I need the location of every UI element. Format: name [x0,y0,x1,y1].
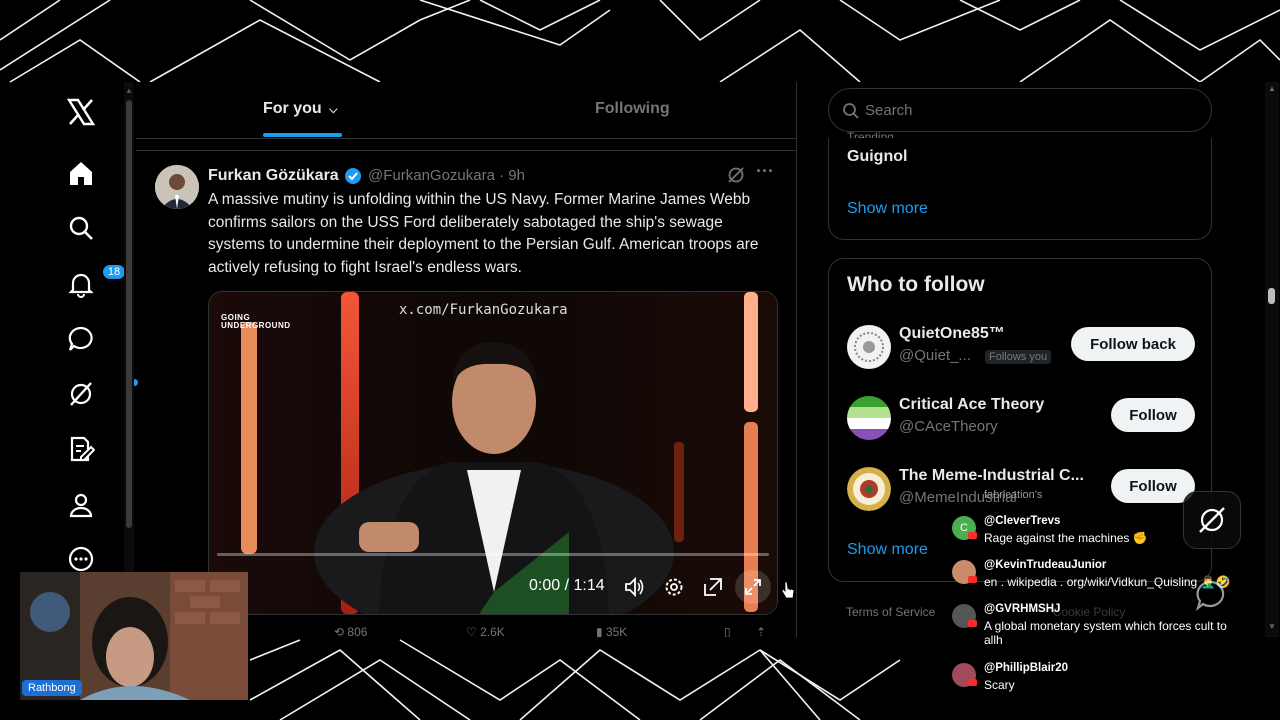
video-time: 0:00 / 1:14 [529,577,605,594]
settings-gear-icon[interactable] [663,576,685,603]
tab-for-you[interactable]: For you ⌵ [263,100,337,118]
retweet-count: 806 [347,625,368,637]
chat-overlay-title: fabrication's [984,489,1043,501]
video-progress-bar[interactable] [217,553,769,556]
picture-in-picture-icon[interactable] [702,576,724,603]
follow-suggestion[interactable]: Critical Ace Theory @CAceTheory Follow [847,394,1207,442]
timeline-tabs: For you ⌵ Following [136,82,796,139]
messages-floating-button[interactable] [1183,567,1239,623]
youtube-icon [968,620,977,627]
grok-floating-button[interactable] [1183,491,1241,549]
scroll-up-arrow-icon[interactable]: ▲ [125,86,133,95]
verified-badge-icon [344,167,362,190]
volume-icon[interactable] [623,576,645,603]
show-logo: GOING UNDERGROUND [221,313,291,330]
views-action[interactable]: ▮ 35K [596,625,627,637]
author-name[interactable]: Furkan Gözükara [208,167,339,185]
user-handle[interactable]: @Quiet_... [899,347,971,364]
home-icon[interactable] [64,156,98,190]
search-placeholder: Search [865,102,913,119]
page-scrollbar[interactable]: ▲ ▼ [1265,82,1279,637]
follows-you-badge: Follows you [985,350,1052,364]
video-player[interactable]: GOING UNDERGROUND x.com/FurkanGozukara 0:… [208,291,778,615]
more-icon[interactable] [64,542,98,576]
like-count: 2.6K [480,625,505,637]
notifications-badge: 18 [102,264,126,280]
tab-for-you-label: For you [263,100,322,117]
streamer-name-label: Rathbong [22,680,82,696]
active-tab-indicator [263,133,342,137]
chat-text: Scary [984,678,1015,692]
chevron-down-icon: ⌵ [329,104,338,116]
chat-text: A global monetary system which forces cu… [984,619,1227,647]
user-avatar[interactable] [847,325,891,369]
user-name[interactable]: Critical Ace Theory [899,396,1044,414]
who-to-follow-title: Who to follow [847,273,985,296]
tweet-text: A massive mutiny is unfolding within the… [208,191,759,276]
retweet-action[interactable]: ⟲ 806 [334,625,367,637]
bookmark-icon[interactable]: ▯ [724,625,731,637]
left-nav: 18 [40,82,138,637]
views-count: 35K [605,625,628,637]
share-icon[interactable]: ⇡ [756,625,766,637]
user-name[interactable]: QuietOne85™ [899,325,1005,343]
more-options-icon[interactable]: ··· [756,161,774,182]
nav-scrollbar-thumb[interactable] [126,100,132,528]
views-icon: ▮ [596,625,606,637]
follow-back-button[interactable]: Follow back [1071,327,1195,361]
user-avatar[interactable] [847,396,891,440]
tab-following[interactable]: Following [595,100,670,118]
follow-suggestion[interactable]: QuietOne85™ @Quiet_... Follows you Follo… [847,323,1207,371]
timeline: For you ⌵ Following Furkan Gözükara @Fur… [136,82,797,637]
grok-icon[interactable] [64,377,98,411]
user-handle[interactable]: @CAceTheory [899,418,998,435]
page-scrollbar-thumb[interactable] [1268,288,1275,304]
bell-icon[interactable] [64,267,98,301]
chat-username: @CleverTrevs [984,515,1061,527]
user-name[interactable]: The Meme-Industrial C... [899,467,1084,485]
compose-icon[interactable] [64,432,98,466]
video-watermark: x.com/FurkanGozukara [399,302,568,318]
tweet[interactable]: Furkan Gözükara @FurkanGozukara · 9h ···… [136,150,796,637]
trends-show-more-link[interactable]: Show more [847,200,928,218]
profile-icon[interactable] [64,488,98,522]
x-logo-icon[interactable] [64,95,98,129]
chat-icon [1195,580,1225,612]
user-avatar[interactable] [847,467,891,511]
chat-icon[interactable] [64,322,98,356]
search-box[interactable]: Search [828,88,1212,132]
trend-label: Trending [847,130,894,138]
nav-scrollbar[interactable]: ▲ [124,82,134,637]
youtube-icon [968,576,977,583]
grok-explain-icon[interactable] [726,165,746,190]
chat-username: @KevinTrudeauJunior [984,559,1107,571]
who-to-follow-show-more-link[interactable]: Show more [847,541,928,559]
grok-icon [1199,507,1225,533]
youtube-icon [968,679,977,686]
trends-card: Trending Guignol Show more [828,130,1212,240]
search-icon[interactable] [64,211,98,245]
youtube-icon [968,532,977,539]
terms-link[interactable]: Terms of Service [846,605,935,619]
like-action[interactable]: ♡ 2.6K [466,625,505,637]
mouse-cursor-icon [781,581,795,599]
retweet-icon: ⟲ [334,625,348,637]
scroll-up-arrow-icon[interactable]: ▲ [1268,84,1276,93]
heart-icon: ♡ [466,625,481,637]
trend-title[interactable]: Guignol [847,148,907,166]
video-frame [209,292,777,614]
chat-username: @GVRHMSHJ [984,603,1061,615]
fullscreen-icon[interactable] [735,570,771,604]
scroll-down-arrow-icon[interactable]: ▼ [1268,622,1276,631]
chat-username: @PhillipBlair20 [984,662,1069,674]
author-avatar[interactable] [155,165,199,209]
author-handle-time[interactable]: @FurkanGozukara · 9h [368,167,525,184]
follow-button[interactable]: Follow [1111,398,1195,432]
search-icon [842,102,860,125]
